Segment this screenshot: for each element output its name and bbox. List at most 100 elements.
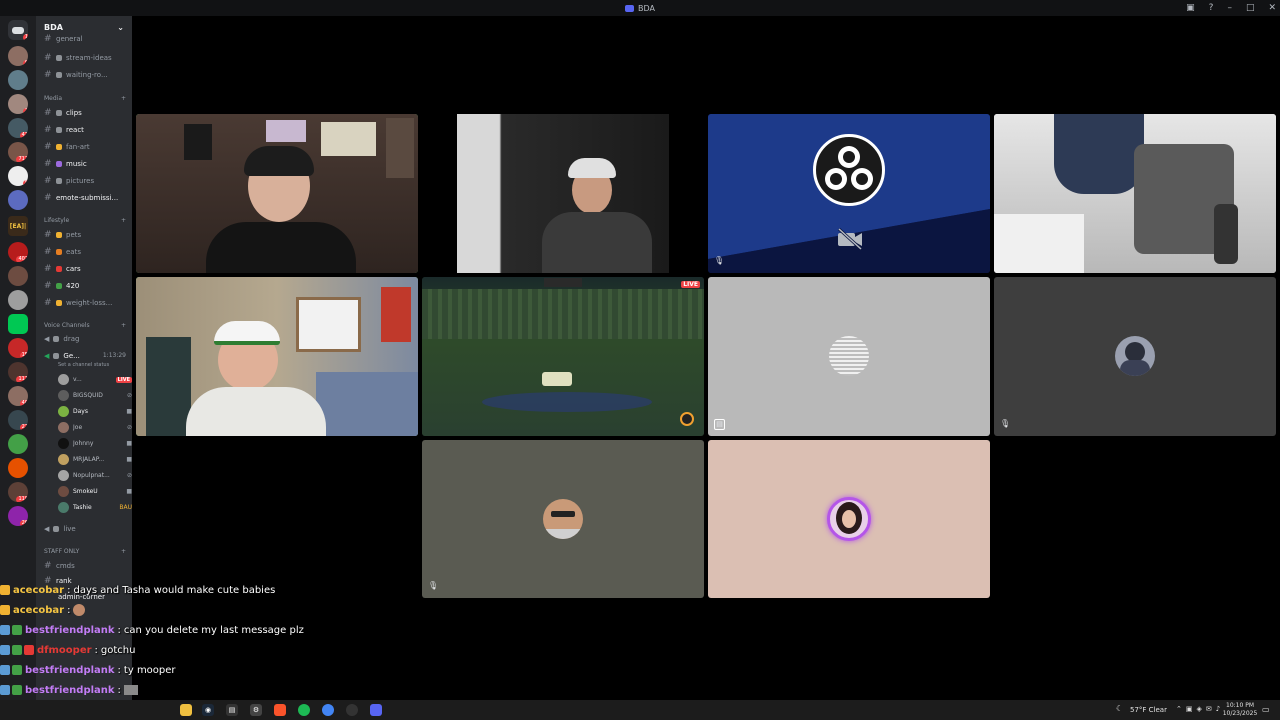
server-icon[interactable] bbox=[8, 434, 28, 454]
server-icon[interactable] bbox=[8, 266, 28, 286]
channel-420[interactable]: #420 bbox=[36, 278, 132, 293]
emote-icon bbox=[123, 685, 138, 695]
chat-text: ty mooper bbox=[123, 664, 176, 676]
voice-user-name: v... bbox=[73, 376, 82, 383]
server-icon[interactable]: 5 bbox=[8, 166, 28, 186]
tray-icons[interactable]: ⌃▣◈✉♪ bbox=[1176, 705, 1224, 713]
channel-emoji-icon bbox=[56, 160, 62, 167]
voice-user[interactable]: MRJALAP... ■ bbox=[58, 452, 132, 467]
server-icon[interactable] bbox=[8, 290, 28, 310]
chrome-icon[interactable] bbox=[322, 704, 334, 716]
video-tile-avatar[interactable]: 🎙︎ bbox=[422, 440, 704, 598]
badge-icon bbox=[24, 645, 34, 655]
chat-badges bbox=[0, 585, 10, 595]
category-lifestyle[interactable]: Lifestyle + bbox=[36, 214, 132, 226]
server-icon[interactable] bbox=[8, 190, 28, 210]
inbox-icon[interactable]: ▣ bbox=[1186, 3, 1195, 13]
close-icon[interactable]: ✕ bbox=[1268, 3, 1276, 13]
server-icon[interactable]: 402 bbox=[8, 242, 28, 262]
server-icon[interactable]: 40 bbox=[8, 386, 28, 406]
channel-label: eats bbox=[66, 247, 81, 256]
server-icon[interactable]: 22 bbox=[8, 410, 28, 430]
channel-status-hint[interactable]: Set a channel status bbox=[58, 362, 109, 368]
voice-user[interactable]: Days ■ bbox=[58, 404, 132, 419]
voice-user[interactable]: Johnny ■ bbox=[58, 436, 132, 451]
channel-label: drag bbox=[63, 334, 80, 343]
direct-messages-icon[interactable]: 1 bbox=[8, 20, 28, 40]
window bbox=[296, 297, 361, 352]
video-tile-webcam[interactable] bbox=[136, 277, 418, 436]
clock[interactable]: 10:10 PM 10/23/2025 bbox=[1222, 702, 1258, 718]
spotify-icon[interactable] bbox=[298, 704, 310, 716]
channel-pets[interactable]: # pets bbox=[36, 227, 132, 242]
server-icon[interactable]: 26 bbox=[8, 506, 28, 526]
channel-pictures[interactable]: # pictures bbox=[36, 173, 132, 188]
server-icon-ea[interactable]: [EA]| bbox=[8, 216, 28, 236]
steam-icon[interactable]: ◉ bbox=[202, 704, 214, 716]
channel-fan-art[interactable]: # fan-art bbox=[36, 139, 132, 154]
channel-weight-loss[interactable]: # weight-loss... bbox=[36, 295, 132, 310]
server-icon[interactable]: 712 bbox=[8, 142, 28, 162]
voice-user-name: Johnny bbox=[73, 440, 94, 447]
server-icon[interactable]: 9 bbox=[8, 46, 28, 66]
channel-stream-ideas[interactable]: # stream-ideas bbox=[36, 50, 132, 65]
chat-username: bestfriendplank bbox=[25, 624, 115, 636]
video-tile-webcam[interactable] bbox=[994, 114, 1276, 273]
server-icon[interactable]: 118 bbox=[8, 482, 28, 502]
server-icon[interactable] bbox=[8, 458, 28, 478]
voice-user[interactable]: v... LIVE bbox=[58, 372, 132, 387]
channel-emote-submissions[interactable]: # emote-submissi... bbox=[36, 190, 132, 205]
brave-browser-icon[interactable] bbox=[274, 704, 286, 716]
category-voice-channels[interactable]: Voice Channels + bbox=[36, 319, 132, 331]
channel-react[interactable]: # react bbox=[36, 122, 132, 137]
category-media[interactable]: Media + bbox=[36, 92, 132, 104]
server-icon[interactable] bbox=[8, 314, 28, 334]
settings-icon[interactable]: ⚙ bbox=[250, 704, 262, 716]
voice-user[interactable]: BIGSQUID ⊘ bbox=[58, 388, 132, 403]
obs-icon[interactable] bbox=[346, 704, 358, 716]
channel-cmds[interactable]: # cmds bbox=[36, 558, 132, 573]
weather-widget[interactable]: 57°F Clear bbox=[1130, 706, 1167, 714]
voice-user[interactable]: Nopulpnat... ⊘ bbox=[58, 468, 132, 483]
video-tile-webcam[interactable] bbox=[422, 114, 704, 273]
minimize-icon[interactable]: – bbox=[1227, 3, 1232, 13]
channel-general[interactable]: # general bbox=[36, 34, 132, 44]
voice-user[interactable]: Tashie BAU bbox=[58, 500, 132, 515]
channel-eats[interactable]: # eats bbox=[36, 244, 132, 259]
video-tile-stream[interactable]: LIVE bbox=[422, 277, 704, 436]
app-icon[interactable]: ▤ bbox=[226, 704, 238, 716]
voice-channel-live[interactable]: ◀ live bbox=[36, 521, 132, 536]
channel-cars[interactable]: # cars bbox=[36, 261, 132, 276]
maximize-icon[interactable]: □ bbox=[1246, 3, 1255, 13]
server-icon[interactable]: 3 bbox=[8, 94, 28, 114]
video-tile-webcam[interactable] bbox=[136, 114, 418, 273]
voice-user[interactable]: Joe ⊘ bbox=[58, 420, 132, 435]
video-tile-avatar[interactable] bbox=[708, 440, 990, 598]
server-icon[interactable]: 42 bbox=[8, 118, 28, 138]
video-tile-avatar[interactable]: 🎙︎ bbox=[994, 277, 1276, 436]
notification-icon[interactable]: ▭ bbox=[1262, 705, 1270, 714]
add-channel-icon[interactable]: + bbox=[121, 322, 126, 329]
voice-user[interactable]: SmokeU ■ bbox=[58, 484, 132, 499]
channel-music[interactable]: # music bbox=[36, 156, 132, 171]
discord-icon[interactable] bbox=[370, 704, 382, 716]
avatar bbox=[58, 406, 69, 417]
voice-channel-active[interactable]: ◀ Ge... 1:13:29 bbox=[36, 348, 132, 363]
server-icon[interactable]: 111 bbox=[8, 362, 28, 382]
channel-waiting-room[interactable]: # waiting-ro... bbox=[36, 67, 132, 82]
channel-clips[interactable]: # clips bbox=[36, 105, 132, 120]
help-icon[interactable]: ? bbox=[1209, 3, 1214, 13]
server-icon[interactable] bbox=[8, 70, 28, 90]
file-explorer-icon[interactable] bbox=[180, 704, 192, 716]
category-staff-only[interactable]: STAFF ONLY + bbox=[36, 545, 132, 557]
add-channel-icon[interactable]: + bbox=[121, 548, 126, 555]
add-channel-icon[interactable]: + bbox=[121, 95, 126, 102]
add-channel-icon[interactable]: + bbox=[121, 217, 126, 224]
video-tile-avatar[interactable]: ▤ bbox=[708, 277, 990, 436]
title-bar: BDA ▣ ? – □ ✕ bbox=[0, 0, 1280, 16]
server-icon[interactable]: 15 bbox=[8, 338, 28, 358]
badge-icon bbox=[0, 625, 10, 635]
poster bbox=[321, 122, 376, 156]
video-tile-obs[interactable]: 🎙︎ bbox=[708, 114, 990, 273]
voice-channel-drag[interactable]: ◀ drag bbox=[36, 331, 132, 346]
